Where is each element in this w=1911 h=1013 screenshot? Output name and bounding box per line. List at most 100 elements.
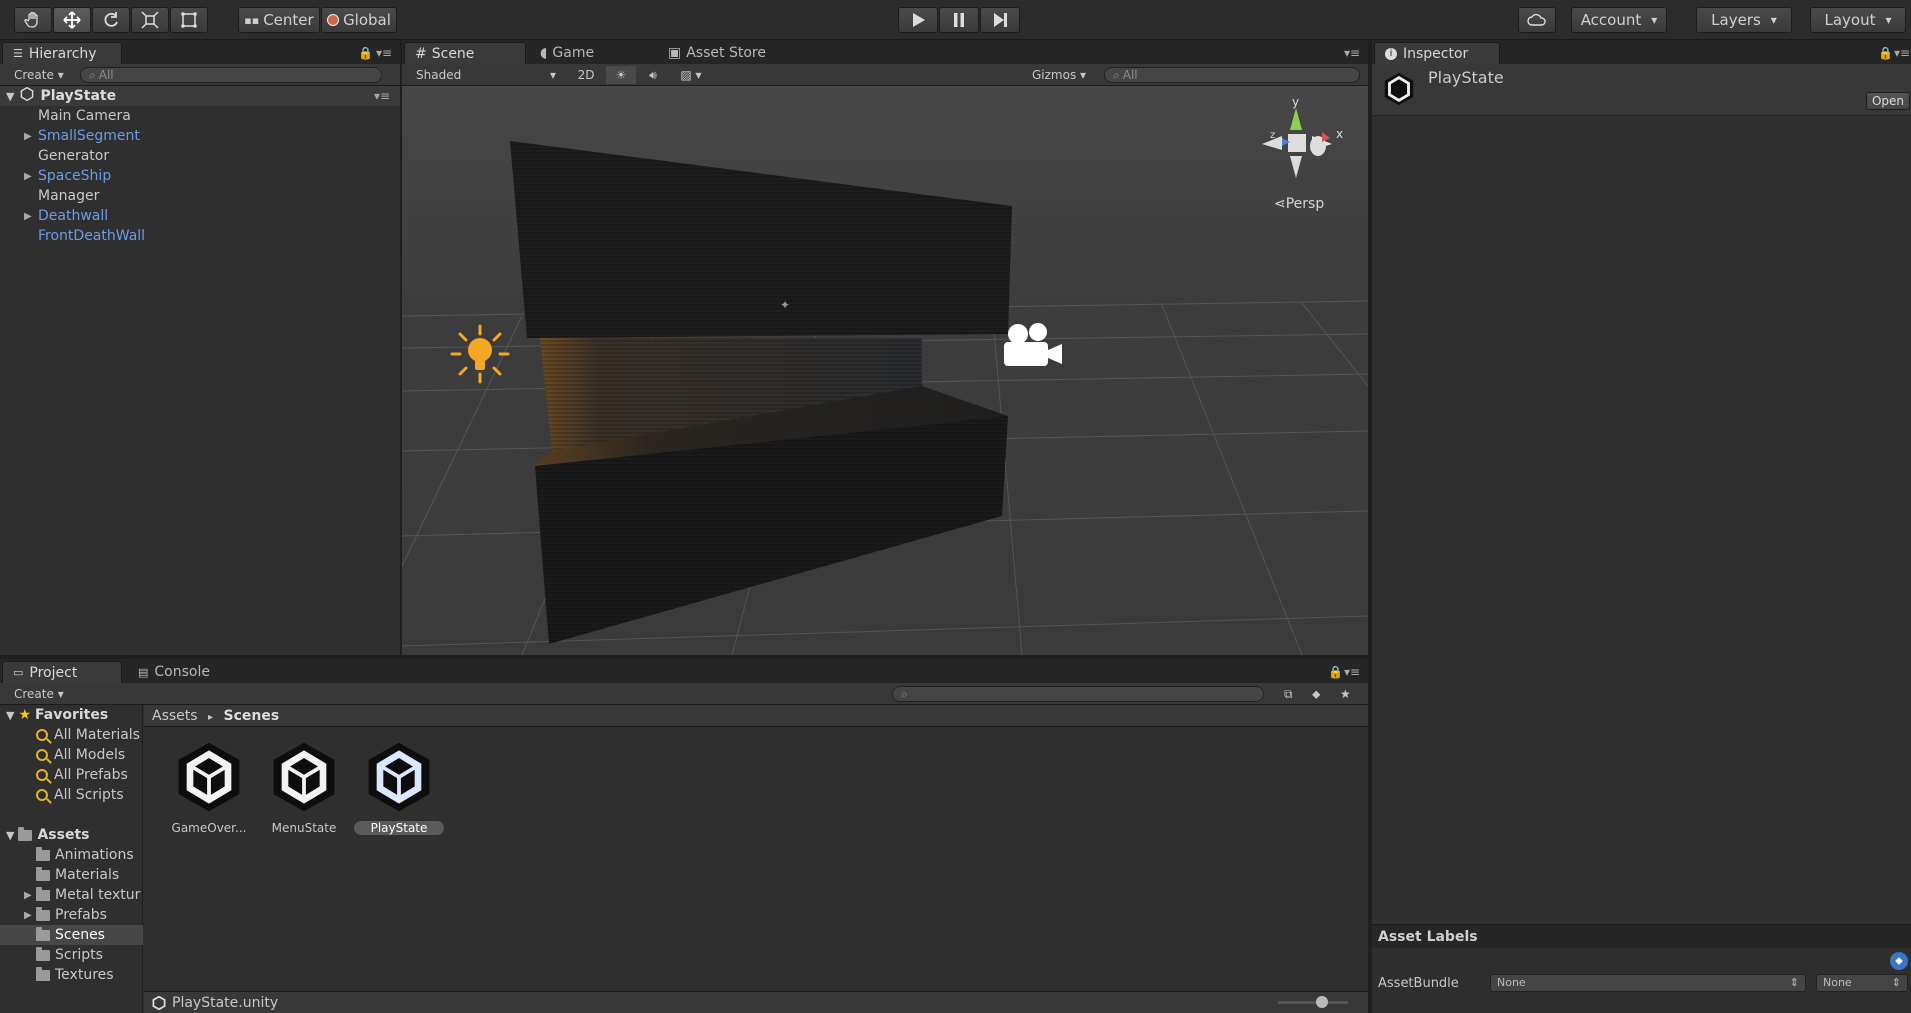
assets-header[interactable]: ▼ Assets (0, 825, 143, 845)
hierarchy-search-input[interactable]: ⌕ All (80, 67, 382, 83)
step-button[interactable] (980, 7, 1020, 33)
folder-item[interactable]: Scenes (0, 925, 143, 945)
favorite-item[interactable]: All Materials (36, 725, 140, 745)
cloud-icon[interactable] (1518, 7, 1556, 33)
panel-menu-icon[interactable]: ▾≡ (1894, 46, 1910, 60)
hierarchy-item[interactable]: ▶ Deathwall (0, 206, 400, 226)
panel-menu-icon[interactable]: ▾≡ (1344, 665, 1360, 679)
tab-inspector[interactable]: i Inspector (1374, 42, 1500, 64)
favorite-item[interactable]: All Prefabs (36, 765, 128, 785)
scene-tabbar: # Scene ◖ Game ▣ Asset Store ▾≡ (402, 40, 1368, 64)
hierarchy-item[interactable]: FrontDeathWall (0, 226, 400, 246)
folder-item[interactable]: ▶ Prefabs (0, 905, 143, 925)
hierarchy-item[interactable]: ▶ SpaceShip (0, 166, 400, 186)
scene-menu-icon[interactable]: ▾≡ (374, 89, 390, 103)
pause-button[interactable] (939, 7, 979, 33)
tab-project[interactable]: ▭ Project (2, 661, 122, 683)
hierarchy-item-label: FrontDeathWall (38, 228, 146, 244)
scene-search-input[interactable]: ⌕ All (1104, 67, 1360, 83)
lighting-toggle-icon[interactable]: ☀ (606, 66, 636, 84)
rect-icon[interactable] (170, 7, 208, 33)
move-icon[interactable] (53, 7, 91, 33)
pivot-toggle[interactable]: ▪▪ Center (238, 7, 320, 33)
open-button[interactable]: Open (1866, 92, 1910, 110)
folder-item[interactable]: Animations (0, 845, 143, 865)
globe-icon (327, 14, 340, 26)
inspector-header: PlayState Open (1372, 64, 1911, 116)
asset-tile[interactable]: PlayState (354, 739, 444, 839)
scale-icon[interactable] (131, 7, 169, 33)
search-icon: ⌕ (1113, 67, 1120, 82)
tab-console[interactable]: ▤ Console (128, 661, 228, 683)
asset-name: PlayState (1428, 68, 1504, 87)
hierarchy-item[interactable]: Manager (0, 186, 400, 206)
shading-mode-dropdown[interactable]: Shaded ▾ (416, 66, 556, 84)
create-dropdown[interactable]: Create ▾ (14, 66, 64, 84)
create-dropdown[interactable]: Create ▾ (14, 685, 64, 703)
filter-label-icon[interactable]: ⬥ (1312, 685, 1320, 703)
tab-scene[interactable]: # Scene (404, 42, 526, 64)
expand-triangle-icon: ▼ (6, 708, 15, 722)
gizmos-dropdown[interactable]: Gizmos ▾ (1032, 66, 1092, 84)
favorites-header[interactable]: ▼ ★ Favorites (0, 705, 143, 725)
assetbundle-select[interactable]: None ⇕ (1490, 974, 1806, 992)
effects-toggle-icon[interactable]: ▨ ▾ (670, 66, 712, 84)
folder-item[interactable]: ▶ Metal textur (0, 885, 143, 905)
projection-toggle[interactable]: ⋖Persp (1274, 196, 1324, 212)
folder-item[interactable]: Materials (0, 865, 143, 885)
asset-tile[interactable]: MenuState (259, 739, 349, 839)
breadcrumb-assets[interactable]: Assets (152, 708, 198, 724)
assetbundle-label: AssetBundle (1378, 976, 1459, 991)
list-icon: ☰ (13, 47, 23, 60)
camera-gizmo-icon[interactable] (1000, 320, 1066, 372)
lock-icon[interactable]: 🔒 (1878, 46, 1893, 60)
pacman-icon: ◖ (540, 45, 548, 61)
toggle-2d-button[interactable]: 2D (568, 66, 604, 84)
hand-icon[interactable] (14, 7, 52, 33)
favorite-item[interactable]: All Scripts (36, 785, 124, 805)
search-icon (36, 729, 48, 741)
asset-tile[interactable]: GameOver... (164, 739, 254, 839)
unity-scene-icon (178, 742, 240, 812)
tag-icon[interactable]: ⬥ (1890, 952, 1908, 970)
asset-tile-label: PlayState (354, 821, 444, 835)
slider-handle[interactable] (1316, 996, 1328, 1008)
variant-select[interactable]: None ⇕ (1816, 974, 1908, 992)
project-subbar: Create ▾ ⌕ ⧉ ⬥ ★ (0, 683, 1368, 705)
play-button[interactable] (898, 7, 938, 33)
favorite-star-icon[interactable]: ★ (1340, 685, 1351, 703)
tab-hierarchy[interactable]: ☰ Hierarchy (2, 42, 122, 64)
hierarchy-item-label: Generator (38, 148, 110, 164)
favorite-item[interactable]: All Models (36, 745, 125, 765)
lock-icon[interactable]: 🔒 (1328, 665, 1343, 679)
hierarchy-item[interactable]: Generator (0, 146, 400, 166)
breadcrumb-scenes[interactable]: Scenes (224, 708, 280, 724)
scene-viewport[interactable]: ✦ y x z ⋖Persp (402, 86, 1368, 655)
layout-dropdown[interactable]: Layout (1810, 7, 1906, 33)
layers-dropdown[interactable]: Layers (1696, 7, 1792, 33)
search-icon: ⌕ (901, 686, 908, 701)
lock-icon[interactable]: 🔒 (358, 46, 373, 60)
space-toggle[interactable]: Global (321, 7, 397, 33)
inspector-panel: i Inspector 🔒 ▾≡ PlayState Open Asset Lab… (1372, 40, 1911, 1013)
project-search-input[interactable]: ⌕ (892, 686, 1264, 702)
search-icon (36, 749, 48, 761)
orientation-gizmo[interactable]: y x z (1256, 98, 1352, 190)
folder-item[interactable]: Textures (0, 965, 143, 985)
filter-type-icon[interactable]: ⧉ (1284, 685, 1293, 703)
account-dropdown[interactable]: Account (1571, 7, 1667, 33)
hierarchy-item[interactable]: ▶ SmallSegment (0, 126, 400, 146)
hierarchy-item[interactable]: Main Camera (0, 106, 400, 126)
rotate-icon[interactable] (92, 7, 130, 33)
panel-menu-icon[interactable]: ▾≡ (1344, 46, 1360, 60)
scene-root[interactable]: ▼ PlayState ▾≡ (0, 86, 400, 106)
folder-item[interactable]: Scripts (0, 945, 143, 965)
audio-toggle-icon[interactable]: 🔊︎ (638, 66, 668, 84)
tab-asset-store[interactable]: ▣ Asset Store (658, 42, 788, 64)
panel-menu-icon[interactable]: ▾≡ (376, 46, 392, 60)
hierarchy-tabbar: ☰ Hierarchy 🔒 ▾≡ (0, 40, 400, 64)
tab-game[interactable]: ◖ Game (530, 42, 640, 64)
directional-light-icon[interactable] (448, 322, 512, 386)
icon-size-slider[interactable] (1278, 996, 1348, 1008)
persp-icon: ⋖ (1274, 196, 1286, 212)
